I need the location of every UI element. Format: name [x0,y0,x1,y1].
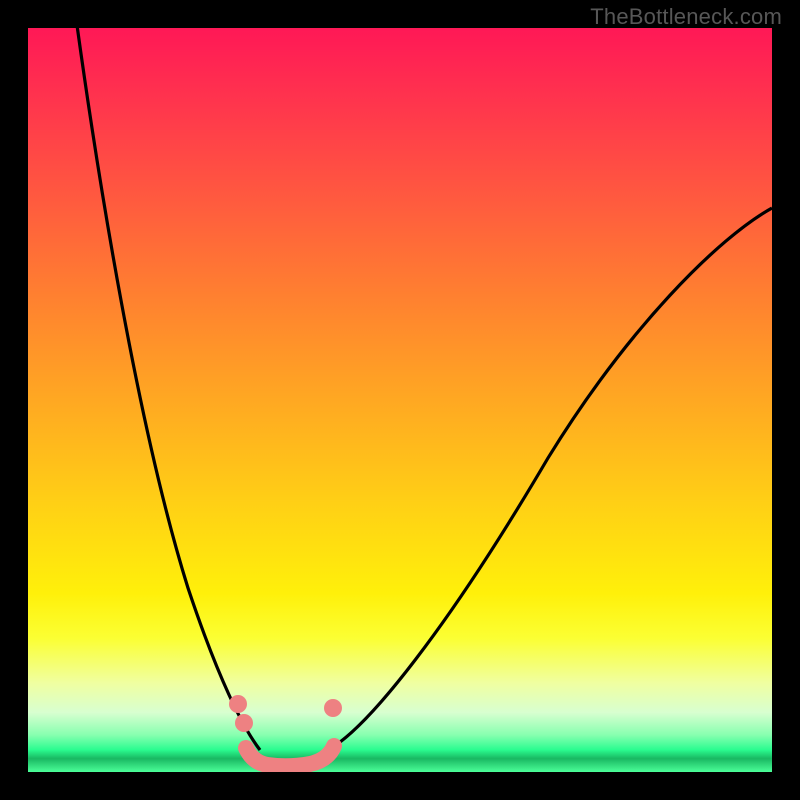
plot-area [28,28,772,772]
right-curve [328,208,772,750]
marker-left-lower [235,714,253,732]
left-curve [76,28,260,750]
marker-left-upper [229,695,247,713]
watermark-text: TheBottleneck.com [590,4,782,30]
curve-overlay [28,28,772,772]
marker-right [324,699,342,717]
chart-frame: TheBottleneck.com [0,0,800,800]
